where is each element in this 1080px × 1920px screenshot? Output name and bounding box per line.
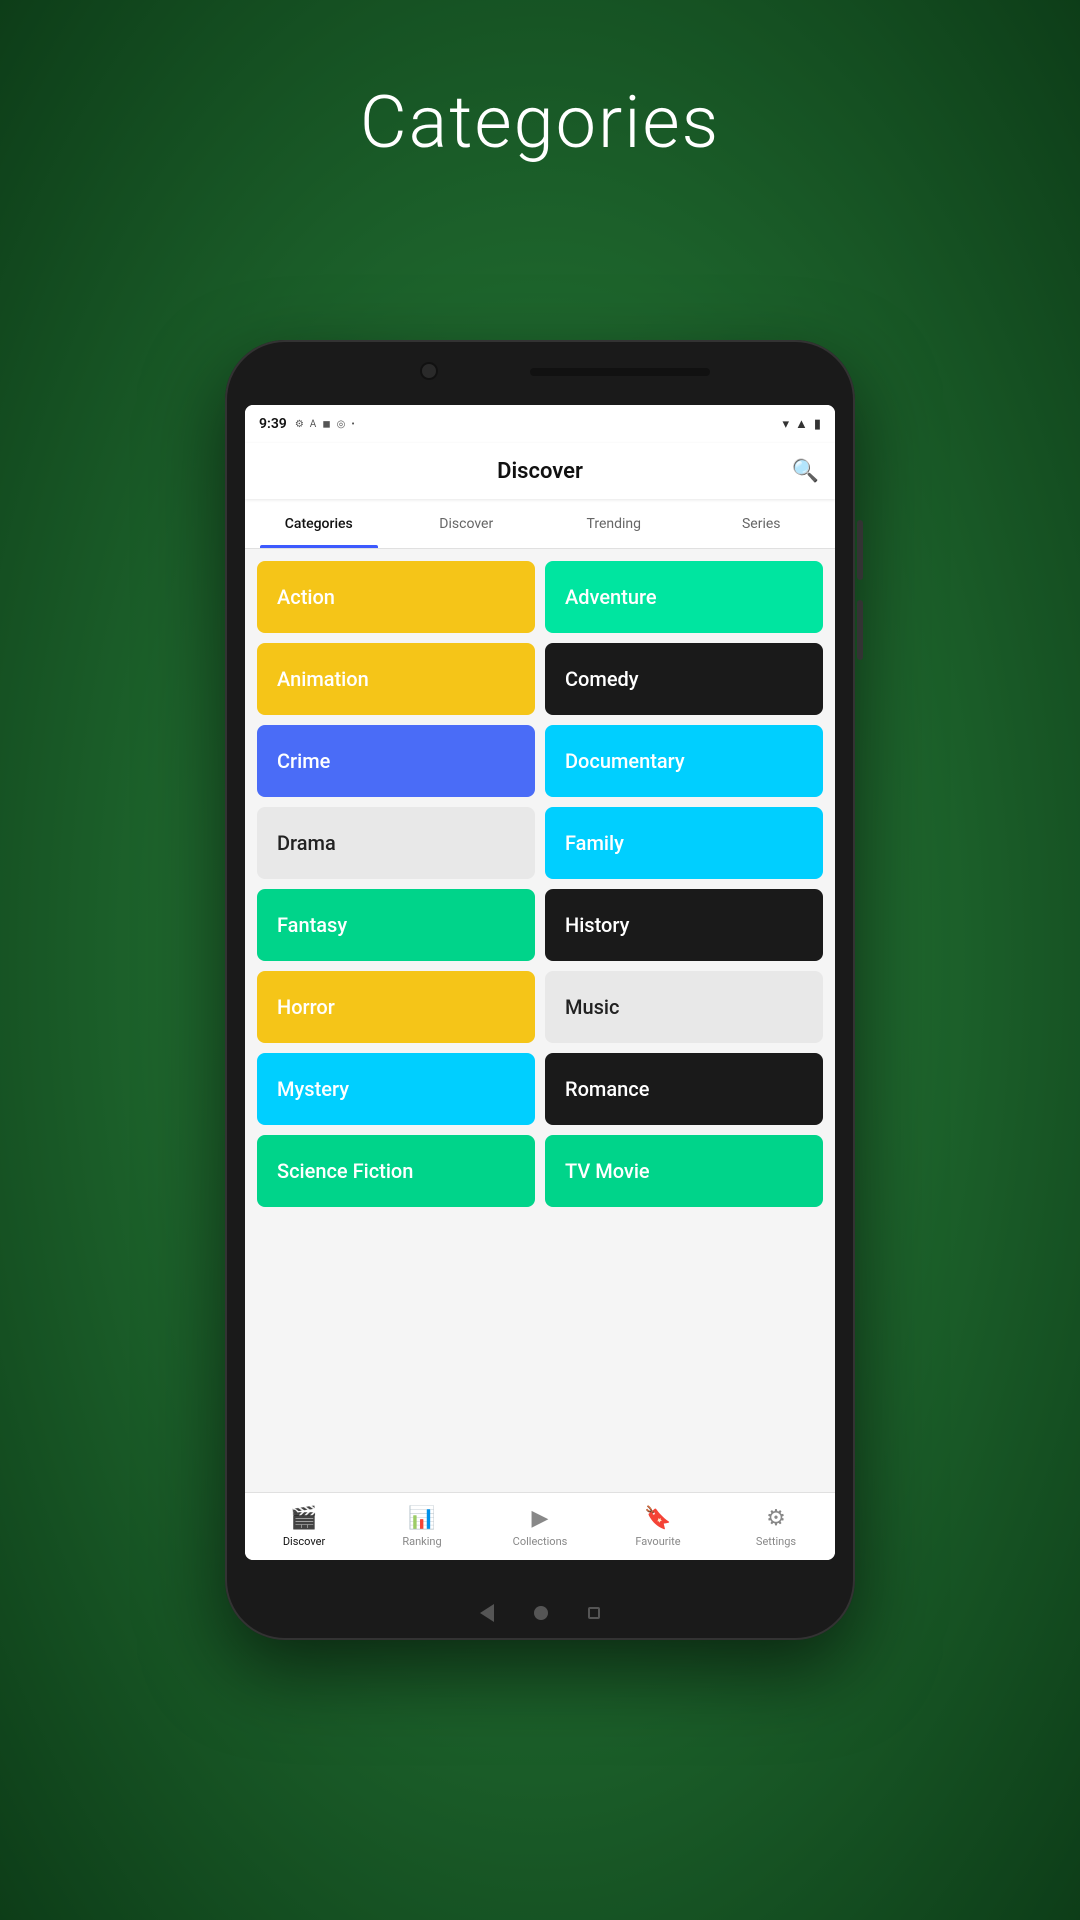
phone-screen: 9:39 ⚙ A ◼ ◎ • ▾ ▲ ▮ Discover 🔍 Categori… [245, 405, 835, 1560]
collections-nav-icon: ▶ [532, 1506, 549, 1531]
category-card-animation[interactable]: Animation [257, 643, 535, 715]
discover-nav-icon: 🎬 [290, 1506, 317, 1531]
nav-settings[interactable]: ⚙ Settings [717, 1493, 835, 1560]
tab-discover[interactable]: Discover [393, 499, 541, 548]
status-right-icons: ▾ ▲ ▮ [782, 416, 821, 432]
signal-icon: ▲ [795, 416, 808, 432]
tabs-bar: Categories Discover Trending Series [245, 499, 835, 549]
category-card-history[interactable]: History [545, 889, 823, 961]
settings-nav-icon: ⚙ [766, 1506, 786, 1531]
app-bar-title: Discover [497, 459, 583, 484]
favourite-nav-label: Favourite [635, 1535, 680, 1548]
ranking-nav-label: Ranking [402, 1535, 441, 1548]
discover-nav-label: Discover [283, 1535, 325, 1548]
battery-icon: ▮ [814, 417, 821, 432]
bottom-nav: 🎬 Discover 📊 Ranking ▶ Collections 🔖 Fav… [245, 1492, 835, 1560]
category-card-mystery[interactable]: Mystery [257, 1053, 535, 1125]
nav-collections[interactable]: ▶ Collections [481, 1493, 599, 1560]
ranking-nav-icon: 📊 [408, 1506, 435, 1531]
nav-ranking[interactable]: 📊 Ranking [363, 1493, 481, 1560]
phone-device: 9:39 ⚙ A ◼ ◎ • ▾ ▲ ▮ Discover 🔍 Categori… [225, 340, 855, 1640]
nav-discover[interactable]: 🎬 Discover [245, 1493, 363, 1560]
nav-favourite[interactable]: 🔖 Favourite [599, 1493, 717, 1560]
tab-series[interactable]: Series [688, 499, 836, 548]
page-background-title: Categories [0, 80, 1080, 165]
recent-button[interactable] [588, 1607, 600, 1619]
category-card-comedy[interactable]: Comedy [545, 643, 823, 715]
status-icons: ⚙ A ◼ ◎ • [295, 419, 355, 430]
phone-speaker [530, 368, 710, 376]
category-card-music[interactable]: Music [545, 971, 823, 1043]
collections-nav-label: Collections [513, 1535, 568, 1548]
tab-categories[interactable]: Categories [245, 499, 393, 548]
back-button[interactable] [480, 1604, 494, 1622]
wifi-icon: ▾ [782, 417, 789, 432]
category-card-romance[interactable]: Romance [545, 1053, 823, 1125]
shield-status-icon: ◼ [322, 419, 330, 430]
phone-camera [420, 362, 438, 380]
status-bar: 9:39 ⚙ A ◼ ◎ • ▾ ▲ ▮ [245, 405, 835, 443]
category-card-tv-movie[interactable]: TV Movie [545, 1135, 823, 1207]
phone-nav-bar [480, 1604, 600, 1622]
search-button[interactable]: 🔍 [792, 459, 819, 484]
category-card-adventure[interactable]: Adventure [545, 561, 823, 633]
volume-up-button[interactable] [857, 520, 863, 580]
a-status-icon: A [310, 419, 317, 430]
category-card-science-fiction[interactable]: Science Fiction [257, 1135, 535, 1207]
dot-status-icon: • [351, 419, 354, 430]
app-bar: Discover 🔍 [245, 443, 835, 499]
category-card-drama[interactable]: Drama [257, 807, 535, 879]
tab-trending[interactable]: Trending [540, 499, 688, 548]
circle-status-icon: ◎ [337, 419, 346, 430]
categories-grid: ActionAdventureAnimationComedyCrimeDocum… [245, 549, 835, 1492]
settings-status-icon: ⚙ [295, 419, 304, 430]
category-card-horror[interactable]: Horror [257, 971, 535, 1043]
status-time: 9:39 [259, 416, 287, 432]
category-card-family[interactable]: Family [545, 807, 823, 879]
volume-down-button[interactable] [857, 600, 863, 660]
category-card-action[interactable]: Action [257, 561, 535, 633]
settings-nav-label: Settings [756, 1535, 796, 1548]
category-card-crime[interactable]: Crime [257, 725, 535, 797]
category-card-fantasy[interactable]: Fantasy [257, 889, 535, 961]
category-card-documentary[interactable]: Documentary [545, 725, 823, 797]
home-button[interactable] [534, 1606, 548, 1620]
favourite-nav-icon: 🔖 [644, 1506, 671, 1531]
